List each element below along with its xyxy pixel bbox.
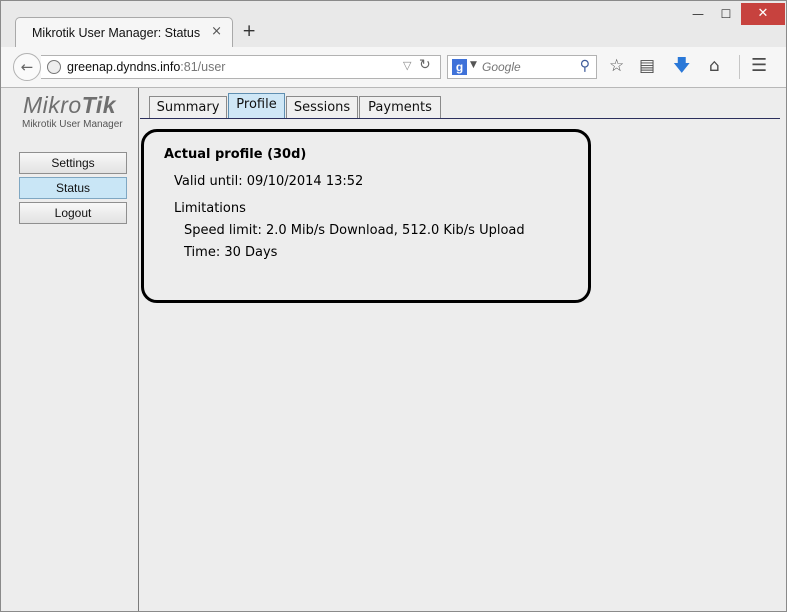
tab-sessions[interactable]: Sessions <box>286 96 358 119</box>
url-host: greenap.dyndns.info <box>67 60 181 74</box>
tab-title: Mikrotik User Manager: Status <box>32 26 201 40</box>
tab-profile[interactable]: Profile <box>228 93 285 119</box>
tab-summary[interactable]: Summary <box>149 96 227 119</box>
sidebar: MikroTik Mikrotik User Manager Settings … <box>1 88 139 611</box>
tab-payments[interactable]: Payments <box>359 96 441 119</box>
search-bar[interactable]: g ▼ Google ⚲ <box>447 55 597 79</box>
tab-strip: Mikrotik User Manager: Status × + — ☐ ✕ <box>1 1 786 47</box>
url-bar[interactable]: greenap.dyndns.info:81/user ▽ ↻ <box>41 55 441 79</box>
status-button[interactable]: Status <box>19 177 127 199</box>
reading-list-icon[interactable]: ▤ <box>639 56 655 76</box>
search-engine-caret-icon[interactable]: ▼ <box>470 60 477 70</box>
tab-close-icon[interactable]: × <box>211 24 222 39</box>
logo-light: Mikro <box>23 92 82 118</box>
home-icon[interactable]: ⌂ <box>709 56 720 76</box>
profile-panel: Actual profile (30d) Valid until: 09/10/… <box>141 129 591 303</box>
back-arrow-icon[interactable]: ← <box>13 53 41 81</box>
new-tab-icon[interactable]: + <box>242 21 256 41</box>
speed-limit: Speed limit: 2.0 Mib/s Download, 512.0 K… <box>184 223 525 238</box>
bookmark-star-icon[interactable]: ☆ <box>609 56 624 76</box>
toolbar-separator <box>739 55 740 79</box>
url-path: :81/user <box>180 60 226 74</box>
search-input[interactable]: Google <box>482 60 521 74</box>
search-icon[interactable]: ⚲ <box>580 58 590 74</box>
page-content: MikroTik Mikrotik User Manager Settings … <box>1 88 786 611</box>
limitations-heading: Limitations <box>174 201 246 216</box>
browser-tab[interactable]: Mikrotik User Manager: Status × <box>15 17 233 47</box>
google-icon[interactable]: g <box>452 59 467 75</box>
mikrotik-logo: MikroTik <box>23 92 116 119</box>
menu-icon[interactable]: ☰ <box>751 56 767 76</box>
logo-subtitle: Mikrotik User Manager <box>22 119 123 130</box>
logout-button[interactable]: Logout <box>19 202 127 224</box>
browser-window: Mikrotik User Manager: Status × + — ☐ ✕ … <box>0 0 787 612</box>
valid-until: Valid until: 09/10/2014 13:52 <box>174 174 364 189</box>
reload-icon[interactable]: ↻ <box>419 57 431 73</box>
profile-title: Actual profile (30d) <box>164 147 307 162</box>
url-dropdown-icon[interactable]: ▽ <box>403 59 411 72</box>
download-icon[interactable]: 🡇 <box>673 56 690 76</box>
globe-icon <box>47 60 61 74</box>
time-limit: Time: 30 Days <box>184 245 278 260</box>
logo-bold: Tik <box>81 92 117 118</box>
minimize-icon[interactable]: — <box>685 3 711 25</box>
settings-button[interactable]: Settings <box>19 152 127 174</box>
tab-underline <box>140 118 780 119</box>
window-close-icon[interactable]: ✕ <box>741 3 785 25</box>
navigation-toolbar: ← greenap.dyndns.info:81/user ▽ ↻ g ▼ Go… <box>1 47 786 88</box>
url-text: greenap.dyndns.info:81/user <box>67 60 225 74</box>
maximize-icon[interactable]: ☐ <box>713 3 739 25</box>
